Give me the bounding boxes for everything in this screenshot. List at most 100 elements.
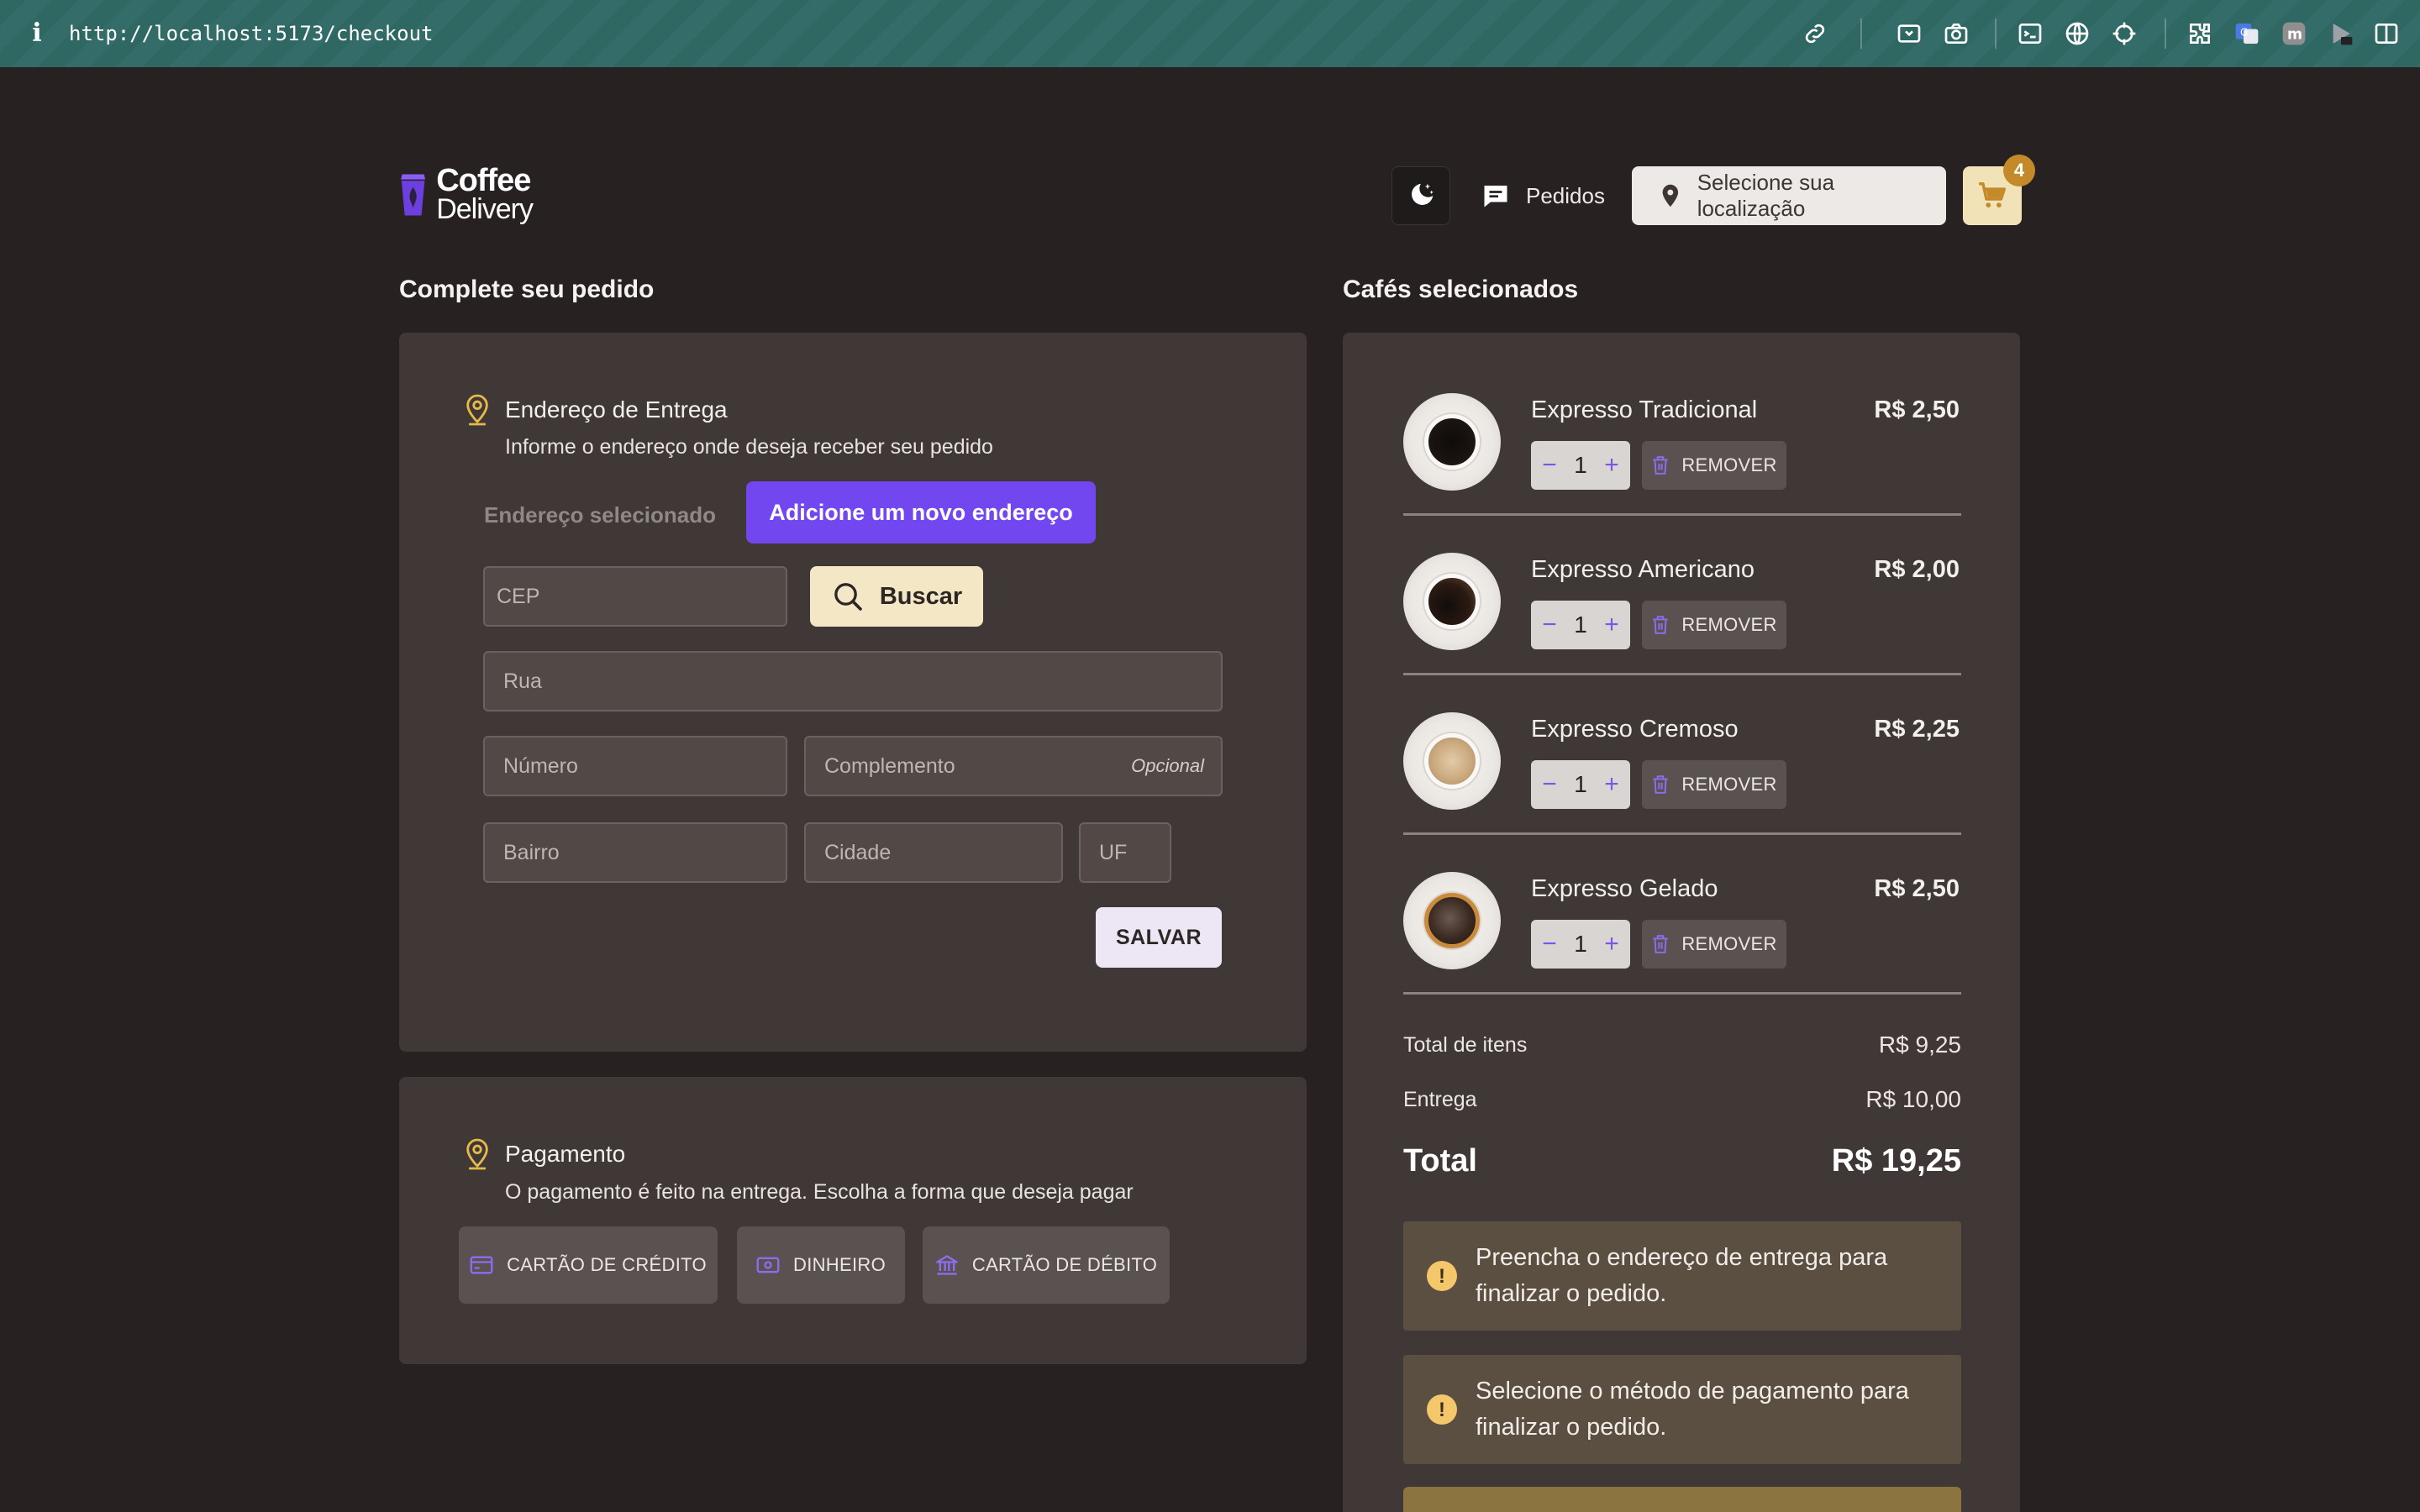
location-label: Selecione sua localização — [1697, 170, 1835, 221]
trash-icon — [1653, 935, 1669, 953]
address-bar[interactable]: http://localhost:5173/checkout — [69, 20, 433, 47]
item-divider — [1403, 832, 1961, 835]
trash-icon — [1653, 616, 1669, 634]
warning-icon: ! — [1427, 1394, 1457, 1425]
svg-text:G: G — [2240, 27, 2248, 39]
remove-item-button[interactable]: REMOVER — [1642, 601, 1786, 649]
save-address-button[interactable]: SALVAR — [1096, 907, 1222, 968]
confirm-order-button[interactable] — [1403, 1487, 1961, 1512]
theme-toggle-button[interactable] — [1392, 166, 1450, 225]
map-pin-outline-icon — [466, 394, 488, 426]
number-input[interactable]: Número — [483, 736, 787, 796]
pay-credit-card-button[interactable]: CARTÃO DE CRÉDITO — [459, 1226, 718, 1304]
alert-text: Selecione o método de pagamento para fin… — [1476, 1378, 1909, 1441]
address-section-title: Endereço de Entrega — [505, 396, 728, 423]
minus-icon[interactable]: − — [1539, 930, 1560, 958]
remove-label: REMOVER — [1681, 454, 1777, 475]
media-extension-icon[interactable] — [2324, 17, 2358, 50]
coffee-delivery-logo[interactable]: Coffee Delivery — [398, 163, 534, 227]
complement-input[interactable]: Complemento Opcional — [804, 736, 1223, 796]
neighborhood-placeholder: Bairro — [503, 840, 560, 864]
delivery-row: Entrega R$ 10,00 — [1403, 1086, 1961, 1113]
quantity-value: 1 — [1574, 931, 1587, 957]
debit-card-label: CARTÃO DE DÉBITO — [971, 1254, 1158, 1275]
number-placeholder: Número — [503, 753, 578, 778]
toolbar-divider — [2165, 18, 2166, 49]
trash-icon — [1653, 456, 1669, 475]
delivery-value: R$ 10,00 — [1865, 1086, 1961, 1112]
checkout-title: Complete seu pedido — [399, 276, 655, 303]
total-label: Total — [1403, 1143, 1477, 1179]
logo-text-delivery: Delivery — [436, 193, 534, 225]
cart-item-name: Expresso Gelado — [1531, 875, 1718, 902]
remove-item-button[interactable]: REMOVER — [1642, 920, 1786, 969]
link-icon[interactable] — [1798, 17, 1832, 50]
street-input[interactable]: Rua — [483, 651, 1223, 711]
tab-new-address[interactable]: Adicione um novo endereço — [746, 481, 1096, 543]
optional-hint: Opcional — [1131, 755, 1204, 776]
browser-toolbar: i http://localhost:5173/checkout G m — [0, 0, 2420, 67]
minus-icon[interactable]: − — [1539, 451, 1560, 480]
cart-count-badge: 4 — [2003, 155, 2035, 186]
money-icon — [756, 1257, 780, 1273]
city-placeholder: Cidade — [824, 840, 892, 864]
coffee-cup-logo-icon — [401, 174, 426, 216]
remove-item-button[interactable]: REMOVER — [1642, 760, 1786, 809]
remove-label: REMOVER — [1681, 933, 1777, 954]
plus-icon[interactable]: + — [1602, 930, 1622, 958]
translate-extension-icon[interactable]: G — [2230, 17, 2264, 50]
cart-item-name: Expresso Tradicional — [1531, 396, 1758, 423]
search-label: Buscar — [879, 582, 963, 610]
complement-placeholder: Complemento — [824, 753, 955, 778]
terminal-icon[interactable] — [2013, 17, 2047, 50]
globe-icon[interactable] — [2060, 17, 2094, 50]
pay-debit-card-button[interactable]: CARTÃO DE DÉBITO — [923, 1226, 1170, 1304]
tab-selected-address[interactable]: Endereço selecionado — [484, 496, 716, 534]
search-cep-button[interactable]: Buscar — [810, 566, 983, 627]
coffee-image-cremoso — [1403, 712, 1501, 810]
orders-label: Pedidos — [1526, 182, 1605, 208]
search-icon — [834, 583, 862, 611]
neighborhood-input[interactable]: Bairro — [483, 822, 787, 883]
plus-icon[interactable]: + — [1602, 611, 1622, 639]
remove-label: REMOVER — [1681, 614, 1777, 635]
sidebar-toggle-icon[interactable] — [2370, 17, 2403, 50]
m-extension-icon[interactable]: m — [2277, 17, 2311, 50]
cart-item-price: R$ 2,50 — [1874, 875, 1960, 902]
pay-cash-button[interactable]: DINHEIRO — [737, 1226, 905, 1304]
state-placeholder: UF — [1099, 840, 1128, 864]
quantity-stepper: − 1 + — [1531, 601, 1630, 649]
camera-icon[interactable] — [1939, 17, 1973, 50]
cart-item-name: Expresso Cremoso — [1531, 716, 1739, 743]
plus-icon[interactable]: + — [1602, 770, 1622, 799]
site-info-icon[interactable]: i — [29, 18, 45, 49]
city-input[interactable]: Cidade — [804, 822, 1063, 883]
cep-input[interactable]: CEP — [483, 566, 787, 627]
minus-icon[interactable]: − — [1539, 770, 1560, 799]
plus-icon[interactable]: + — [1602, 451, 1622, 480]
coffee-image-tradicional — [1403, 393, 1501, 491]
state-input[interactable]: UF — [1079, 822, 1171, 883]
location-selector-button[interactable]: Selecione sua localização — [1632, 166, 1946, 225]
remove-item-button[interactable]: REMOVER — [1642, 441, 1786, 490]
cart-item-name: Expresso Americano — [1531, 556, 1754, 583]
crosshair-icon[interactable] — [2107, 17, 2141, 50]
payment-section-title: Pagamento — [505, 1141, 626, 1167]
toolbar-divider — [1860, 18, 1862, 49]
minus-icon[interactable]: − — [1539, 611, 1560, 639]
quantity-stepper: − 1 + — [1531, 441, 1630, 490]
screenshot-icon[interactable] — [1892, 17, 1926, 50]
cart-item-price: R$ 2,00 — [1874, 556, 1960, 583]
address-section-subtitle: Informe o endereço onde deseja receber s… — [505, 435, 993, 459]
grand-total-row: Total R$ 19,25 — [1403, 1143, 1961, 1179]
coffee-image-gelado — [1403, 872, 1501, 969]
trash-icon — [1653, 775, 1669, 794]
cart-item-price: R$ 2,50 — [1874, 396, 1960, 423]
quantity-value: 1 — [1574, 612, 1587, 638]
credit-card-icon — [470, 1256, 493, 1274]
payment-required-alert: ! Selecione o método de pagamento para f… — [1403, 1355, 1961, 1464]
payment-section-subtitle: O pagamento é feito na entrega. Escolha … — [505, 1180, 1134, 1204]
extensions-icon[interactable] — [2183, 17, 2217, 50]
orders-link[interactable]: Pedidos — [1481, 175, 1605, 217]
moon-stars-icon — [1412, 183, 1434, 205]
